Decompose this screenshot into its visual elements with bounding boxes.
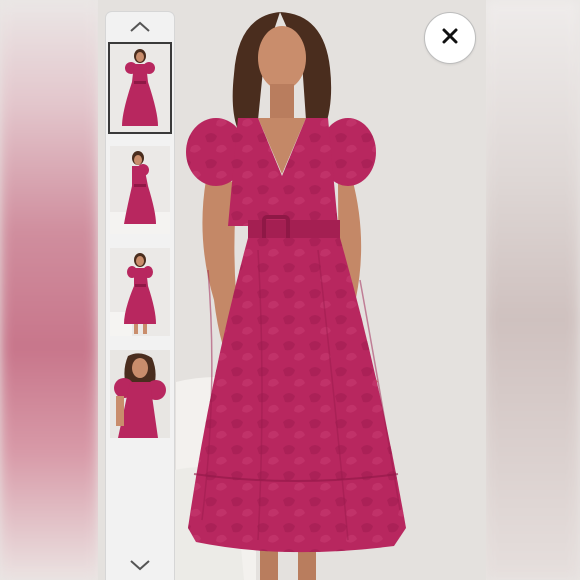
thumbnail-rail[interactable] [106,12,174,580]
blurred-backdrop-right [484,0,580,580]
chevron-up-icon [129,20,151,38]
thumbnail-4[interactable] [110,350,170,438]
thumbnail-1[interactable] [110,44,170,132]
close-icon [441,27,459,50]
thumbnail-3[interactable] [110,248,170,336]
close-button[interactable] [424,12,476,64]
scroll-down-button[interactable] [106,552,174,580]
thumbnail-2[interactable] [110,146,170,234]
scroll-up-button[interactable] [106,14,174,44]
image-viewer [98,0,486,580]
blurred-backdrop-left [0,0,98,580]
chevron-down-icon [129,558,151,576]
